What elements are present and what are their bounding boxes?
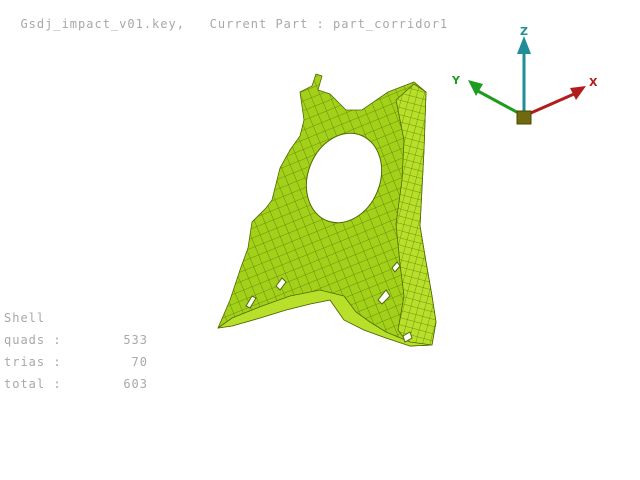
z-axis-label: Z <box>520 25 528 38</box>
stats-row-total: total : 603 <box>4 373 154 395</box>
shell-model[interactable] <box>217 73 437 347</box>
axis-triad: Z Y X <box>451 25 598 125</box>
stats-value: 603 <box>123 377 148 391</box>
shell-stats: Shell quads : 533 trias : 70 total : 603 <box>4 307 154 395</box>
stats-value: 70 <box>131 355 148 369</box>
y-axis-label: Y <box>451 74 461 87</box>
stats-value: 533 <box>123 333 148 347</box>
stats-title: Shell <box>4 311 46 325</box>
stats-label: total : <box>4 377 62 391</box>
triad-origin <box>516 110 532 125</box>
stats-label: trias : <box>4 355 62 369</box>
x-axis-arrow <box>570 86 586 100</box>
shell-part-flange[interactable] <box>395 83 437 347</box>
stats-row-quads: quads : 533 <box>4 329 154 351</box>
stats-row-trias: trias : 70 <box>4 351 154 373</box>
stats-label: quads : <box>4 333 62 347</box>
x-axis-label: X <box>589 76 598 89</box>
3d-viewport[interactable]: Z Y X <box>0 0 640 480</box>
z-axis-arrow <box>517 36 531 54</box>
